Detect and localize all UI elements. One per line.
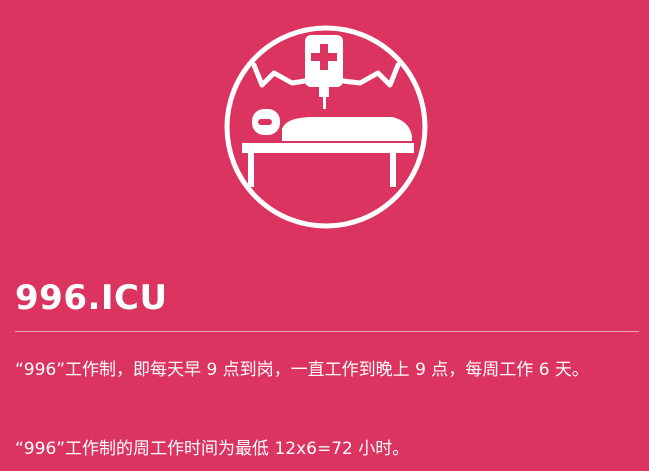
divider (15, 331, 639, 332)
paragraph-hours: “996”工作制的周工作时间为最低 12x6=72 小时。 (15, 439, 410, 459)
paragraph-definition: “996”工作制，即每天早 9 点到岗，一直工作到晚上 9 点，每周工作 6 天… (15, 360, 589, 380)
hospital-bed-iv-icon (224, 25, 428, 229)
page-title: 996.ICU (15, 278, 168, 318)
